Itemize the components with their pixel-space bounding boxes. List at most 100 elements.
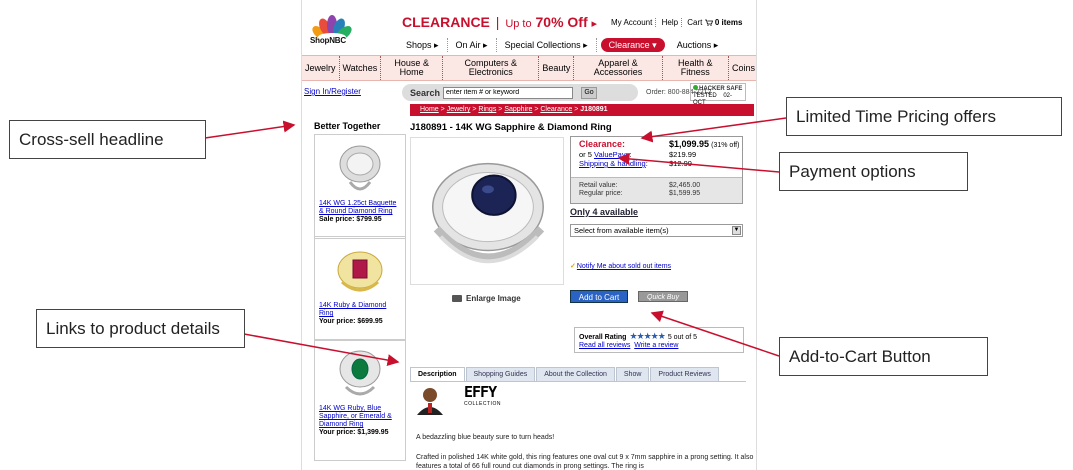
tab-show[interactable]: Show <box>615 367 650 382</box>
go-button[interactable]: Go <box>581 86 598 99</box>
cart-count: 0 items <box>714 18 743 27</box>
nav-shops[interactable]: Shops ▸ <box>398 38 448 52</box>
tab-description[interactable]: Description <box>410 367 465 382</box>
hacker-safe-label: HACKER SAFE <box>693 85 743 93</box>
breadcrumb-rings[interactable]: Rings <box>478 106 496 113</box>
promo-clearance: CLEARANCE <box>402 14 490 30</box>
search-label: Search <box>410 87 441 98</box>
clearance-price: $1,099.95 <box>669 139 710 149</box>
logo-text: ShopNBC <box>310 36 346 45</box>
breadcrumb-sapphire[interactable]: Sapphire <box>504 106 532 113</box>
read-reviews-link[interactable]: Read all reviews <box>579 342 630 349</box>
enlarge-image-link[interactable]: Enlarge Image <box>452 294 521 303</box>
product-thumbnail[interactable] <box>320 138 400 198</box>
breadcrumb-sep: > <box>534 106 539 113</box>
notify-link[interactable]: Notify Me about sold out items <box>577 263 671 270</box>
arrow-cross-sell <box>204 120 296 139</box>
cat-house-home[interactable]: House & Home <box>381 56 444 80</box>
notify-sold-out[interactable]: ✓Notify Me about sold out items <box>570 262 671 270</box>
quick-buy-button[interactable]: Quick Buy <box>638 291 688 302</box>
breadcrumb-jewelry[interactable]: Jewelry <box>447 106 471 113</box>
cat-health[interactable]: Health & Fitness <box>663 56 729 80</box>
cross-sell-item[interactable]: 14K WG 1.25ct Baguette & Round Diamond R… <box>314 134 406 239</box>
category-nav: Jewelry Watches House & Home Computers &… <box>302 55 756 81</box>
tab-about-collection[interactable]: About the Collection <box>536 367 615 382</box>
nav-on-air[interactable]: On Air ▸ <box>448 38 497 52</box>
clearance-percent: (31% off) <box>711 142 740 149</box>
nav-special-collections[interactable]: Special Collections ▸ <box>497 38 597 52</box>
cart-label: Cart <box>687 18 703 27</box>
add-to-cart-button[interactable]: Add to Cart <box>570 290 628 303</box>
cross-sell-price: Sale price: $799.95 <box>319 216 382 223</box>
cart-icon <box>704 19 713 27</box>
product-title: J180891 - 14K WG Sapphire & Diamond Ring <box>410 122 612 133</box>
breadcrumb-home[interactable]: Home <box>420 106 439 113</box>
rating-box: Overall Rating ★★★★★ 5 out of 5 Read all r… <box>574 327 744 353</box>
callout-payment: Payment options <box>779 152 968 191</box>
my-account-link[interactable]: My Account <box>608 18 657 27</box>
price-box: Clearance: $1,099.95 (31% off) or 5 Valu… <box>570 136 743 204</box>
clearance-promo[interactable]: CLEARANCE | Up to 70% Off ▸ <box>402 14 597 30</box>
breadcrumb-current: J180891 <box>580 106 608 113</box>
cart-link[interactable]: Cart 0 items <box>684 18 745 27</box>
write-review-link[interactable]: Write a review <box>634 342 678 349</box>
promo-upto: Up to <box>505 18 532 30</box>
cat-beauty[interactable]: Beauty <box>539 56 575 80</box>
breadcrumb-sep: > <box>440 106 445 113</box>
cross-sell-name[interactable]: 14K WG Ruby, Blue Sapphire, or Emerald &… <box>319 405 401 429</box>
cat-coins[interactable]: Coins <box>729 56 756 80</box>
breadcrumb-sep: > <box>472 106 477 113</box>
enlarge-label: Enlarge Image <box>466 294 521 303</box>
cross-sell-item[interactable]: 14K Ruby & Diamond Ring Your price: $699… <box>314 236 406 341</box>
callout-add-to-cart: Add-to-Cart Button <box>779 337 988 376</box>
cat-apparel[interactable]: Apparel & Accessories <box>574 56 663 80</box>
shipping-price: $12.99 <box>669 159 692 168</box>
search-input[interactable] <box>443 86 574 99</box>
availability-text: Only 4 available <box>570 207 639 217</box>
description-body: Crafted in polished 14K white gold, this… <box>416 454 754 470</box>
promo-off: 70% Off <box>535 14 588 30</box>
effy-logo: EFFY <box>464 383 497 401</box>
promo-arrow-icon: ▸ <box>591 18 598 30</box>
tab-shopping-guides[interactable]: Shopping Guides <box>465 367 536 382</box>
product-thumbnail[interactable] <box>320 240 400 300</box>
tab-product-reviews[interactable]: Product Reviews <box>650 367 719 382</box>
help-link[interactable]: Help <box>658 18 683 27</box>
regular-price: $1,599.95 <box>669 190 701 197</box>
shipping-link[interactable]: Shipping & handling <box>579 159 646 168</box>
chevron-down-icon: ▼ <box>732 226 741 235</box>
rating-stars-icon: ★★★★★ <box>629 331 665 341</box>
item-select[interactable]: Select from available item(s) ▼ <box>570 224 743 237</box>
effy-collection-label: COLLECTION <box>464 401 501 407</box>
callout-limited-time: Limited Time Pricing offers <box>786 97 1062 136</box>
product-thumbnail[interactable] <box>320 343 400 403</box>
cat-jewelry[interactable]: Jewelry <box>302 56 340 80</box>
rating-label: Overall Rating <box>579 334 627 341</box>
tab-divider <box>410 381 746 382</box>
tested-label: TESTED <box>693 93 717 99</box>
cross-sell-name[interactable]: 14K WG 1.25ct Baguette & Round Diamond R… <box>319 200 401 216</box>
rating-text: 5 out of 5 <box>667 334 698 341</box>
description-headline: A bedazzling blue beauty sure to turn he… <box>416 434 555 441</box>
callout-links: Links to product details <box>36 309 245 348</box>
cat-computers[interactable]: Computers & Electronics <box>443 56 540 80</box>
cross-sell-name[interactable]: 14K Ruby & Diamond Ring <box>319 302 401 318</box>
checkmark-icon: ✓ <box>570 263 576 270</box>
callout-cross-sell: Cross-sell headline <box>9 120 206 159</box>
product-tabs: Description Shopping Guides About the Co… <box>410 367 720 382</box>
top-links: My Account Help Cart 0 items <box>608 18 745 27</box>
cross-sell-item[interactable]: 14K WG Ruby, Blue Sapphire, or Emerald &… <box>314 339 406 461</box>
cat-watches[interactable]: Watches <box>340 56 382 80</box>
regular-label: Regular price: <box>579 190 623 197</box>
product-main-image[interactable] <box>410 137 564 285</box>
breadcrumb-clearance[interactable]: Clearance <box>540 106 572 113</box>
sign-in-link[interactable]: Sign In/Register <box>304 87 361 96</box>
valuepays-link[interactable]: ValuePays <box>594 150 629 159</box>
breadcrumb-sep: > <box>574 106 579 113</box>
search-bar: Search Go <box>402 84 638 101</box>
hacker-safe-badge[interactable]: HACKER SAFE TESTED 02-OCT <box>690 83 746 106</box>
valuepays-price: $219.99 <box>669 150 697 159</box>
nav-auctions[interactable]: Auctions ▸ <box>669 38 727 52</box>
nav-clearance[interactable]: Clearance ▾ <box>600 38 665 52</box>
cross-sell-price: Your price: $699.95 <box>319 318 383 325</box>
